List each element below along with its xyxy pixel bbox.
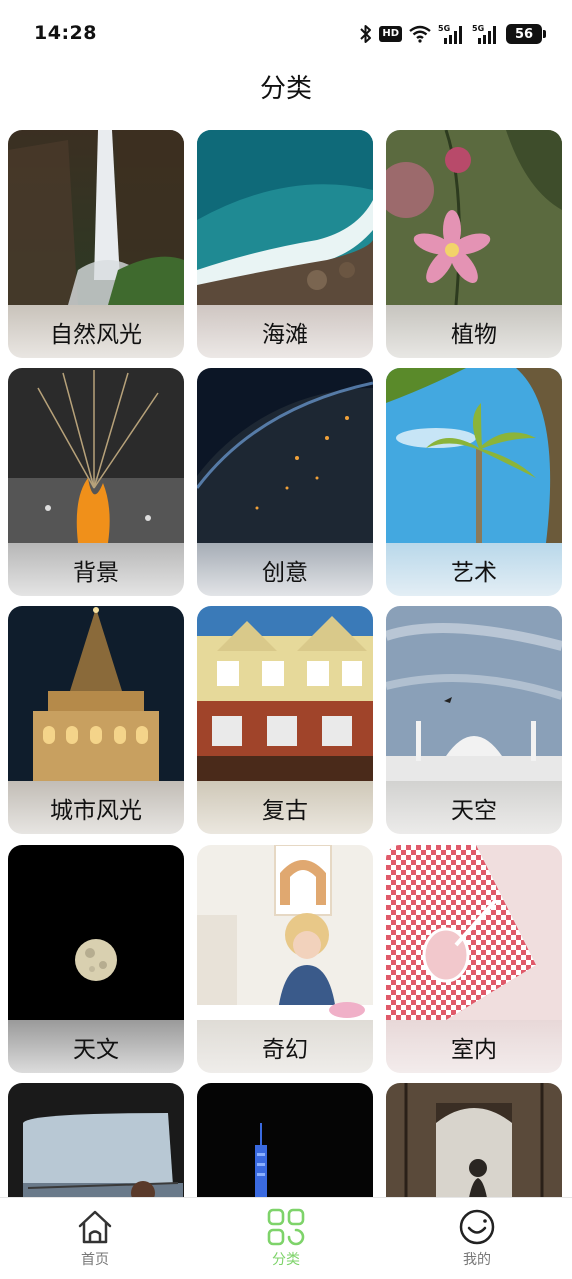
page-title: 分类: [259, 74, 312, 104]
planet-earth-night-image: [197, 368, 373, 543]
mosque-sky-image: [386, 606, 562, 781]
blue-tower-night-image: [197, 1083, 373, 1198]
status-time: 14:28: [34, 22, 97, 44]
category-label: 天文: [73, 1036, 119, 1063]
full-moon-image: [8, 845, 184, 1020]
category-card-interior[interactable]: 室内: [386, 845, 562, 1073]
hd-icon: HD: [379, 26, 402, 42]
category-label: 复古: [262, 797, 308, 824]
galata-tower-image: [8, 606, 184, 781]
pink-flower-image: [386, 130, 562, 305]
svg-text:5G: 5G: [472, 24, 484, 33]
card-label-bar: 背景: [8, 543, 184, 596]
palm-trees-image: [386, 368, 562, 543]
card-label-bar: 天文: [8, 1020, 184, 1073]
svg-text:5G: 5G: [438, 24, 450, 33]
vintage-building-image: [197, 606, 373, 781]
ornate-gate-image: [386, 1083, 562, 1198]
category-card-fantasy[interactable]: 奇幻: [197, 845, 373, 1073]
battery-icon: 56: [506, 24, 546, 44]
category-label: 植物: [451, 321, 497, 348]
card-label-bar: 创意: [197, 543, 373, 596]
category-label: 奇幻: [262, 1036, 308, 1063]
category-card-beach[interactable]: 海滩: [197, 130, 373, 358]
card-label-bar: 自然风光: [8, 305, 184, 358]
tab-category[interactable]: 分类: [191, 1198, 381, 1279]
category-label: 海滩: [262, 321, 308, 348]
bluetooth-icon: [359, 24, 373, 44]
card-label-bar: 天空: [386, 781, 562, 834]
card-label-bar: 植物: [386, 305, 562, 358]
card-label-bar: 艺术: [386, 543, 562, 596]
category-grid: 自然风光 海滩 植物 背景 创意 艺术 城市风光 复古 天空 天文 奇幻 室内: [8, 130, 564, 1198]
category-label: 艺术: [451, 559, 497, 586]
category-label: 城市风光: [50, 797, 142, 824]
status-icons: HD 5G 5G 56: [359, 20, 546, 48]
card-label-bar: 城市风光: [8, 781, 184, 834]
profile-smile-icon: [459, 1209, 495, 1245]
tab-label: 我的: [463, 1252, 491, 1268]
girl-drawing-image: [197, 845, 373, 1020]
ocean-aerial-image: [197, 130, 373, 305]
waterfall-image: [8, 130, 184, 305]
orange-splash-image: [8, 368, 184, 543]
category-label: 天空: [451, 797, 497, 824]
category-card-row5-2[interactable]: [197, 1083, 373, 1198]
category-card-creative[interactable]: 创意: [197, 368, 373, 596]
category-card-background[interactable]: 背景: [8, 368, 184, 596]
category-card-cityscape[interactable]: 城市风光: [8, 606, 184, 834]
category-card-row5-1[interactable]: [8, 1083, 184, 1198]
category-grid-icon: [267, 1208, 305, 1246]
5g-signal-icon: 5G: [438, 23, 466, 45]
pink-drink-image: [386, 845, 562, 1020]
category-card-astronomy[interactable]: 天文: [8, 845, 184, 1073]
card-label-bar: 奇幻: [197, 1020, 373, 1073]
card-label-bar: 室内: [386, 1020, 562, 1073]
category-label: 创意: [262, 559, 308, 586]
tab-label: 分类: [272, 1252, 300, 1268]
tab-home[interactable]: 首页: [0, 1198, 190, 1279]
car-window-view-image: [8, 1083, 184, 1198]
category-card-nature[interactable]: 自然风光: [8, 130, 184, 358]
category-card-plants[interactable]: 植物: [386, 130, 562, 358]
category-label: 自然风光: [50, 321, 142, 348]
category-card-art[interactable]: 艺术: [386, 368, 562, 596]
tab-label: 首页: [81, 1252, 109, 1268]
home-icon: [78, 1210, 112, 1244]
status-bar: 14:28 HD 5G 5G 56: [0, 0, 572, 66]
tab-profile[interactable]: 我的: [382, 1198, 572, 1279]
category-card-row5-3[interactable]: [386, 1083, 562, 1198]
5g-signal-icon: 5G: [472, 23, 500, 45]
card-label-bar: 复古: [197, 781, 373, 834]
wifi-icon: [408, 25, 432, 43]
category-label: 背景: [73, 559, 119, 586]
card-label-bar: 海滩: [197, 305, 373, 358]
category-card-sky[interactable]: 天空: [386, 606, 562, 834]
category-label: 室内: [451, 1036, 497, 1063]
bottom-tab-bar: 首页 分类 我的: [0, 1197, 572, 1279]
category-card-vintage[interactable]: 复古: [197, 606, 373, 834]
